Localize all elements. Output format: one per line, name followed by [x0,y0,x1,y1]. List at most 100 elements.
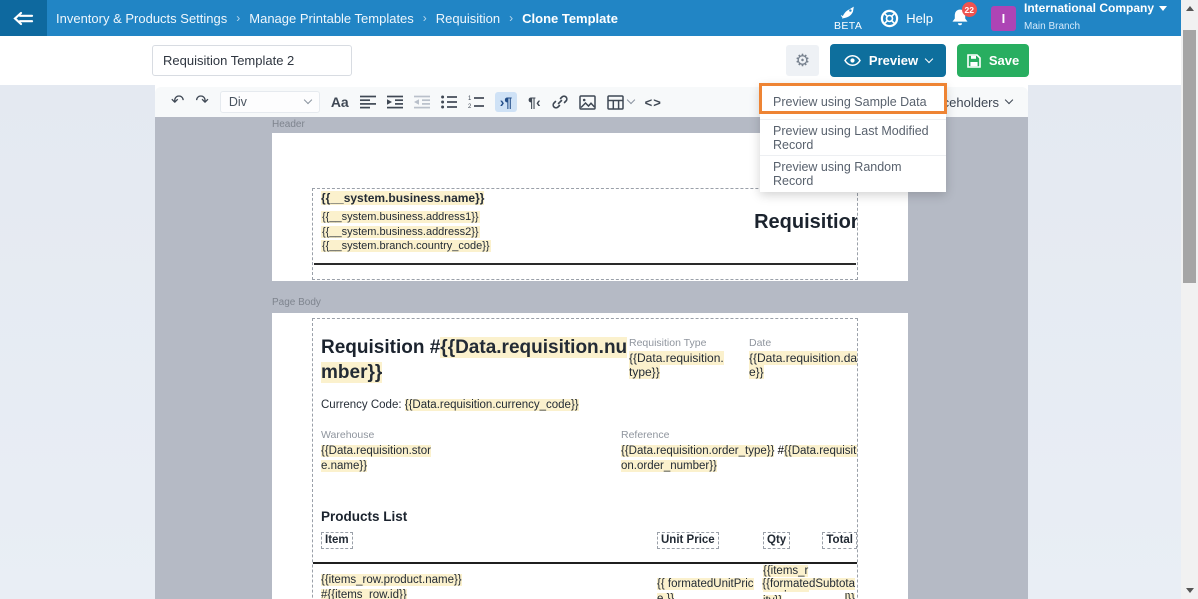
body-content-region[interactable]: Requisition #{{Data.requisition.number}}… [312,318,858,599]
warehouse-placeholder: {{Data.requisition.store.name}} [321,444,431,473]
bullet-list-icon[interactable] [441,95,457,109]
business-name-placeholder[interactable]: {{__system.business.name}} [321,191,484,205]
help-button[interactable]: Help [880,9,933,28]
date-label: Date [749,337,858,349]
help-label: Help [906,11,933,26]
collapse-menu-icon [13,11,34,26]
triangle-up-icon [1186,6,1194,11]
column-header-qty[interactable]: Qty [763,532,790,549]
vertical-scrollbar[interactable] [1181,0,1198,599]
menu-item-preview-last-modified[interactable]: Preview using Last Modified Record [760,120,946,156]
account-menu[interactable]: I International Company Main Branch [991,2,1167,34]
column-header-total[interactable]: Total [822,532,857,549]
undo-icon[interactable]: ↶ [171,94,184,110]
block-format-select[interactable]: Div [220,91,320,113]
placeholders-panel [1028,85,1181,599]
breadcrumb-current: Clone Template [522,11,618,26]
save-label: Save [989,53,1019,68]
block-format-value: Div [229,95,247,109]
branch-country-placeholder[interactable]: {{__system.branch.country_code}} [321,239,491,254]
image-icon[interactable] [579,95,596,110]
header-section-label: Header [272,119,305,130]
body-page[interactable]: Requisition #{{Data.requisition.number}}… [272,313,908,599]
preview-label: Preview [869,53,918,68]
notification-count-badge: 22 [962,2,977,17]
warehouse-block[interactable]: Warehouse {{Data.requisition.store.name}… [321,429,431,473]
body-section-label: Page Body [272,297,321,308]
total-cell[interactable]: {{formatedSubtotal}} [759,577,855,599]
menu-item-preview-random-record[interactable]: Preview using Random Record [760,156,946,192]
breadcrumb: Inventory & Products Settings › Manage P… [56,11,618,26]
redo-icon[interactable]: ↷ [195,94,208,110]
company-avatar: I [991,6,1016,31]
action-bar: ⚙ Preview Save [0,36,1181,85]
chevron-down-icon [626,96,634,104]
settings-button[interactable]: ⚙ [786,45,819,76]
chevron-down-icon [304,96,312,104]
breadcrumb-separator: › [236,11,240,25]
scrollbar-thumb[interactable] [1183,30,1196,283]
paragraph-ltr-icon[interactable]: ›¶ [495,92,517,112]
item-name-cell[interactable]: {{items_row.product.name}} #{{items_row.… [321,573,591,599]
triangle-down-icon [1186,588,1194,593]
notifications-button[interactable]: 22 [951,8,969,28]
header-content-region[interactable]: {{__system.business.name}} {{__system.bu… [312,188,858,280]
align-left-icon[interactable] [360,95,376,109]
link-icon[interactable] [552,94,568,110]
document-title[interactable]: Requisition [754,211,858,234]
breadcrumb-separator: › [509,11,513,25]
paragraph-rtl-icon[interactable]: ¶‹ [528,94,540,110]
chevron-down-icon [1159,6,1167,11]
product-name-placeholder: {{items_row.product.name}} [321,573,591,588]
requisition-type-block[interactable]: Requisition Type {{Data.requisition.type… [629,337,725,379]
chevron-down-icon [1005,96,1013,104]
requisition-type-label: Requisition Type [629,337,725,349]
scroll-up-arrow[interactable] [1181,0,1198,17]
reference-block[interactable]: Reference {{Data.requisition.order_type}… [621,429,858,473]
requisition-number-title[interactable]: Requisition #{{Data.requisition.number}} [321,335,633,385]
reference-placeholder: {{Data.requisition.order_type}} #{{Data.… [621,444,858,473]
font-style-icon[interactable]: Aa [331,94,349,110]
breadcrumb-item[interactable]: Manage Printable Templates [249,11,414,26]
chevron-down-icon [925,54,933,62]
outdent-icon[interactable] [414,95,430,109]
date-placeholder: {{Data.requisition.date}} [749,351,858,379]
svg-text:2: 2 [468,104,472,109]
breadcrumb-item[interactable]: Inventory & Products Settings [56,11,227,26]
lifebuoy-icon [880,9,899,28]
date-block[interactable]: Date {{Data.requisition.date}} [749,337,858,379]
business-address1-placeholder[interactable]: {{__system.business.address1}} [321,210,491,225]
collapse-sidebar-button[interactable] [0,0,47,36]
unit-price-cell[interactable]: {{ formatedUnitPrice }} [657,577,755,599]
breadcrumb-separator: › [423,11,427,25]
indent-icon[interactable] [387,95,403,109]
top-app-bar: Inventory & Products Settings › Manage P… [0,0,1181,36]
table-icon[interactable] [607,95,634,110]
preview-dropdown-menu: Preview using Sample Data Preview using … [760,84,946,192]
product-id-placeholder: #{{items_row.id}} [321,588,591,599]
company-name: International Company [1024,2,1154,16]
save-button[interactable]: Save [957,44,1029,77]
column-header-unit-price[interactable]: Unit Price [657,532,719,549]
warehouse-label: Warehouse [321,429,431,441]
beta-button[interactable]: BETA [834,4,862,32]
column-header-item[interactable]: Item [321,532,353,549]
preview-button[interactable]: Preview [830,44,946,77]
header-divider-line [314,263,856,265]
beta-label: BETA [834,21,862,32]
floppy-disk-icon [967,54,981,68]
rocket-icon [840,5,857,20]
template-name-input[interactable] [152,45,352,76]
requisition-type-placeholder: {{Data.requisition.type}} [629,351,725,379]
breadcrumb-item[interactable]: Requisition [436,11,500,26]
currency-code-line[interactable]: Currency Code: {{Data.requisition.curren… [321,399,579,411]
menu-item-preview-sample-data[interactable]: Preview using Sample Data [760,84,946,120]
business-address2-placeholder[interactable]: {{__system.business.address2}} [321,225,491,240]
scroll-down-arrow[interactable] [1181,582,1198,599]
left-panel [0,85,155,599]
products-list-title: Products List [321,509,407,524]
code-view-icon[interactable]: <> [645,95,662,110]
numbered-list-icon[interactable]: 12 [468,95,484,109]
branch-name: Main Branch [1024,21,1080,32]
reference-label: Reference [621,429,858,441]
